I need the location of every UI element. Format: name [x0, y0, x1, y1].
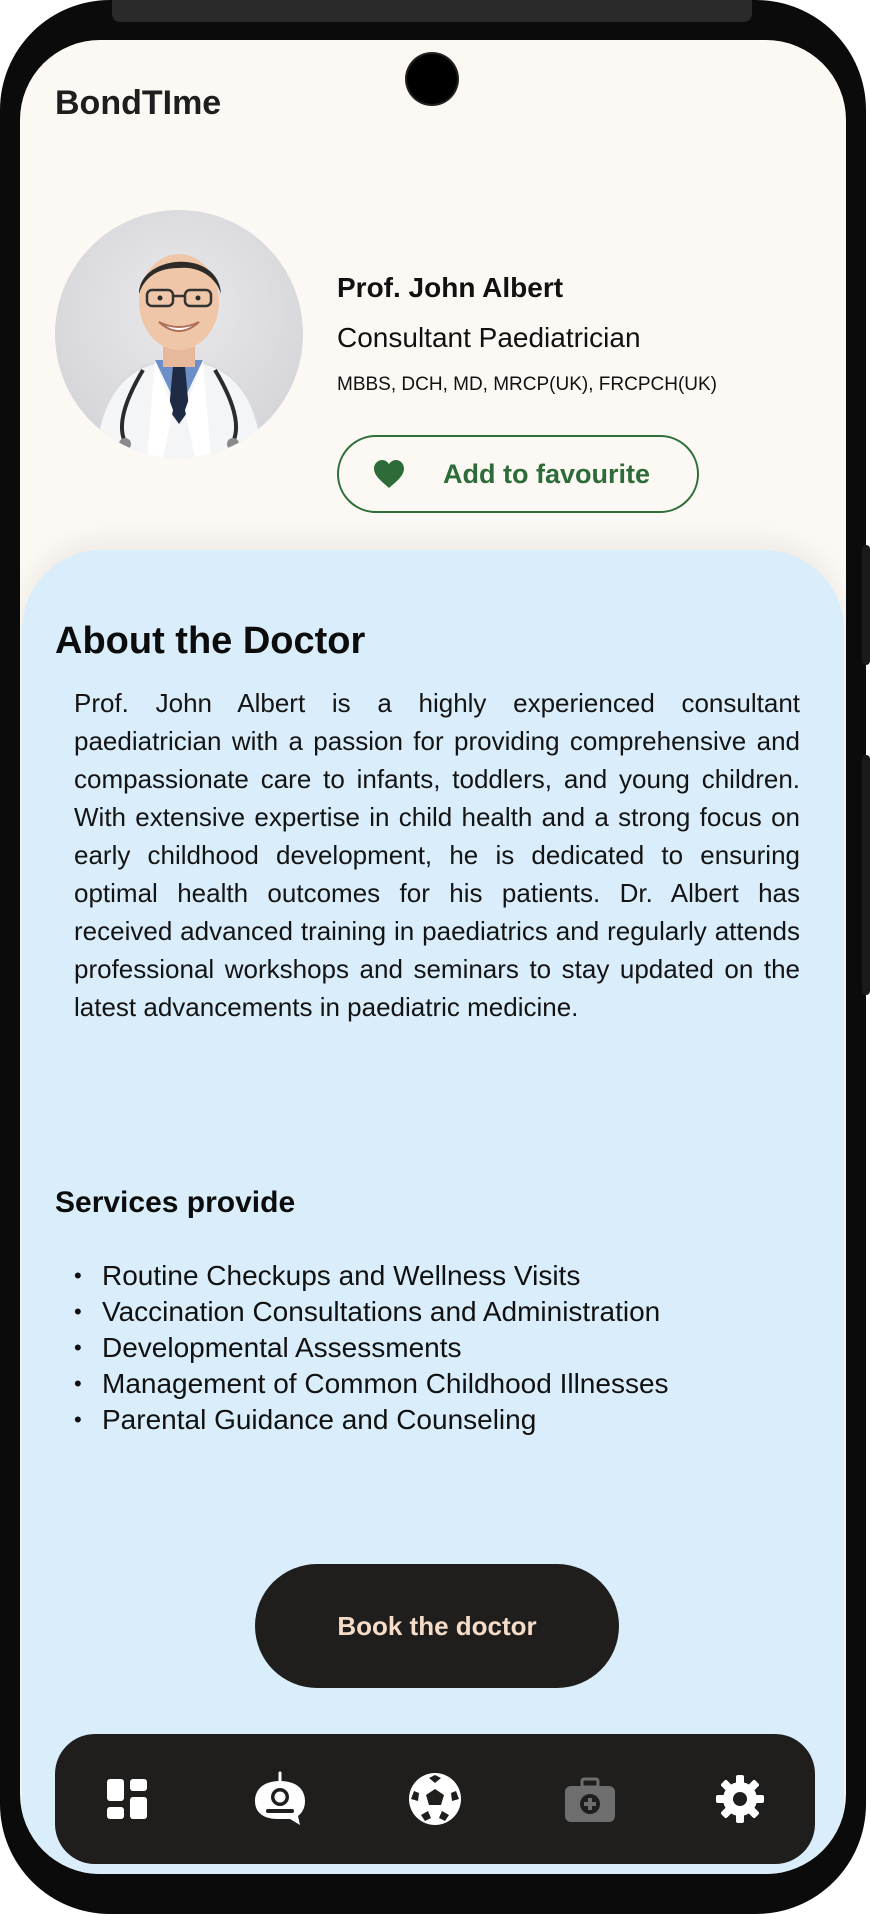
add-to-favourite-button[interactable]: Add to favourite [337, 435, 699, 513]
nav-settings[interactable] [710, 1769, 770, 1829]
nav-medical[interactable] [560, 1769, 620, 1829]
heart-icon [374, 460, 404, 488]
nav-dashboard[interactable] [97, 1769, 157, 1829]
about-heading: About the Doctor [55, 620, 366, 662]
services-heading: Services provide [55, 1186, 296, 1219]
service-item: Vaccination Consultations and Administra… [74, 1294, 669, 1330]
book-doctor-button[interactable]: Book the doctor [255, 1564, 619, 1688]
doctor-specialty: Consultant Paediatrician [337, 322, 641, 353]
gear-icon [716, 1775, 764, 1823]
bottom-navigation [55, 1734, 815, 1864]
service-item: Developmental Assessments [74, 1330, 669, 1366]
add-to-favourite-label: Add to favourite [443, 459, 650, 489]
about-description: Prof. John Albert is a highly experience… [74, 688, 800, 1022]
dashboard-icon [107, 1779, 147, 1819]
app-screen: BondTIme Prof. John Albert Consultant Pa… [20, 40, 846, 1874]
front-camera [407, 54, 457, 104]
doctor-qualifications: MBBS, DCH, MD, MRCP(UK), FRCPCH(UK) [337, 374, 717, 395]
phone-side-button [862, 545, 870, 665]
phone-top-edge [112, 0, 752, 22]
app-logo: BondTIme [55, 84, 222, 122]
baby-monitor-icon [255, 1771, 305, 1825]
doctor-photo-illustration [94, 254, 264, 458]
service-item: Routine Checkups and Wellness Visits [74, 1258, 669, 1294]
phone-side-button [862, 755, 870, 995]
nav-baby-monitor[interactable] [250, 1769, 310, 1829]
phone-frame: BondTIme Prof. John Albert Consultant Pa… [0, 0, 866, 1914]
services-list: Routine Checkups and Wellness Visits Vac… [74, 1258, 669, 1438]
doctor-name: Prof. John Albert [337, 272, 564, 303]
medical-kit-icon [565, 1777, 615, 1822]
doctor-avatar [55, 210, 303, 458]
doctor-details-panel: About the Doctor Prof. John Albert is a … [22, 550, 844, 1874]
football-icon [409, 1773, 461, 1825]
nav-activities[interactable] [405, 1769, 465, 1829]
service-item: Management of Common Childhood Illnesses [74, 1366, 669, 1402]
service-item: Parental Guidance and Counseling [74, 1402, 669, 1438]
